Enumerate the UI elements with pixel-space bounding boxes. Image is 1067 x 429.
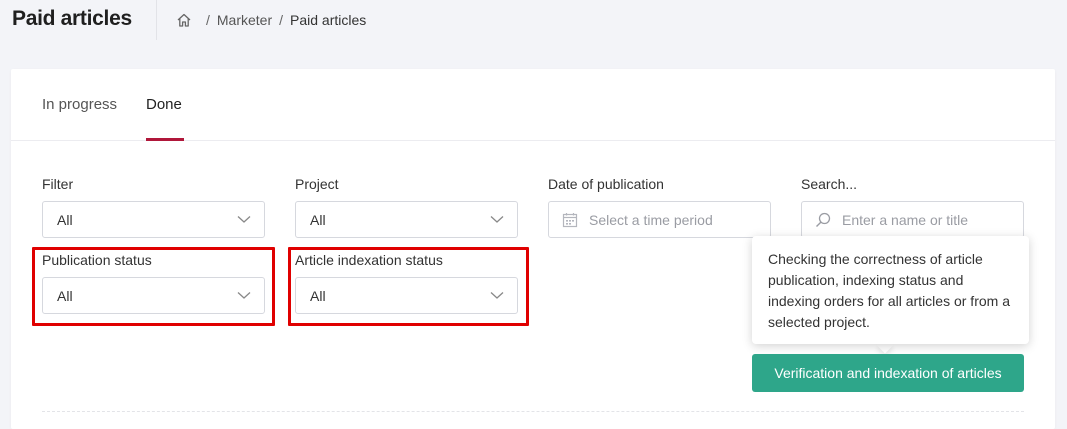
search-input[interactable]: Enter a name or title: [801, 201, 1024, 238]
project-label: Project: [295, 176, 339, 192]
page-title: Paid articles: [12, 7, 132, 30]
tab-done[interactable]: Done: [146, 96, 182, 113]
tabs: In progress Done: [11, 69, 1055, 141]
calendar-icon: [562, 213, 578, 228]
date-placeholder: Select a time period: [589, 212, 713, 228]
verification-indexation-button[interactable]: Verification and indexation of articles: [752, 354, 1024, 392]
chevron-down-icon: [490, 216, 504, 223]
breadcrumb-separator: /: [279, 12, 284, 28]
filter-value: All: [57, 212, 73, 228]
search-label: Search...: [801, 176, 858, 192]
breadcrumb-item-marketer[interactable]: Marketer: [217, 12, 272, 28]
filter-label: Filter: [42, 176, 74, 192]
active-tab-indicator: [146, 138, 184, 141]
project-value: All: [310, 212, 326, 228]
project-select[interactable]: All: [295, 201, 518, 238]
date-label: Date of publication: [548, 176, 664, 192]
breadcrumb-separator: /: [206, 12, 210, 28]
tab-in-progress[interactable]: In progress: [42, 96, 117, 113]
search-icon: [816, 212, 831, 227]
breadcrumb-item-paid-articles: Paid articles: [290, 12, 367, 28]
highlight-box: [32, 247, 275, 326]
highlight-box: [288, 247, 529, 326]
chevron-down-icon: [237, 216, 251, 223]
breadcrumb: / Marketer / Paid articles: [176, 12, 366, 28]
header-divider: [156, 0, 157, 40]
search-placeholder: Enter a name or title: [842, 212, 969, 228]
home-icon[interactable]: [176, 12, 192, 28]
divider: [42, 411, 1024, 412]
tooltip: Checking the correctness of article publ…: [752, 236, 1029, 344]
date-period-input[interactable]: Select a time period: [548, 201, 771, 238]
page-header: Paid articles / Marketer / Paid articles: [0, 0, 1067, 40]
filter-select[interactable]: All: [42, 201, 265, 238]
